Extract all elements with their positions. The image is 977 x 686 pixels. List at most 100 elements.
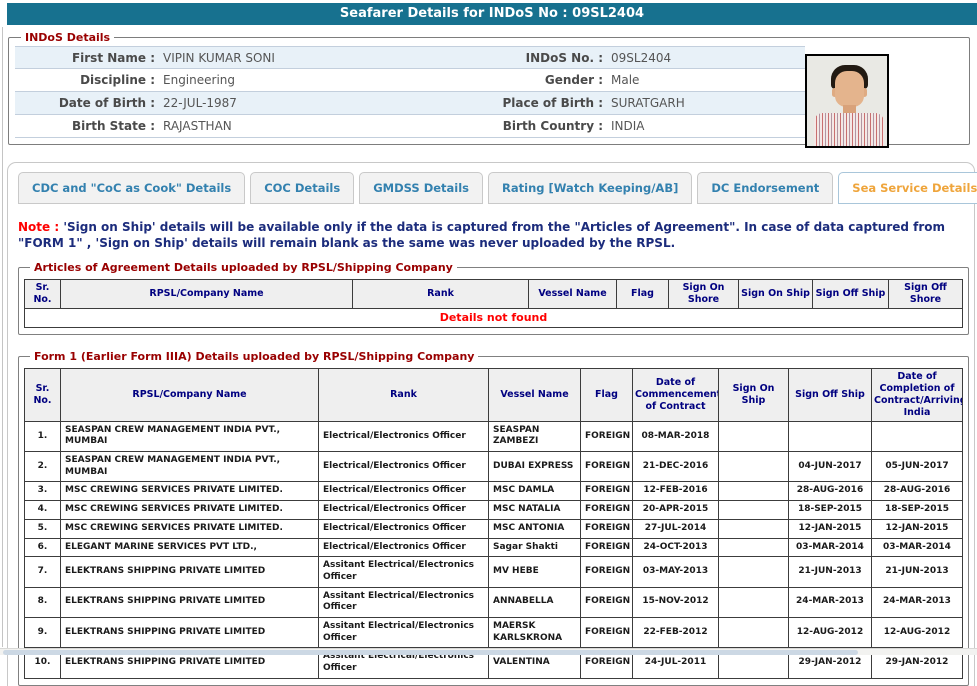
indos-details-legend: INDoS Details	[21, 31, 114, 44]
form1-fieldset: Form 1 (Earlier Form IIIA) Details uploa…	[18, 350, 969, 686]
vessel-cell: SEASPAN ZAMBEZI	[489, 421, 581, 451]
column-header: Sign On Ship	[719, 369, 789, 422]
sign-on-ship-cell	[719, 587, 789, 617]
commencement-date-cell: 15-NOV-2012	[633, 587, 719, 617]
tab-coc-details[interactable]: COC Details	[250, 172, 354, 204]
column-header: Sign Off Ship	[813, 280, 889, 309]
place-of-birth-value: SURATGARH	[603, 96, 805, 110]
sign-off-ship-cell: 24-MAR-2013	[789, 587, 872, 617]
form1-table: Sr. No.RPSL/Company NameRankVessel NameF…	[24, 368, 963, 679]
flag-cell: FOREIGN	[581, 538, 633, 557]
company-cell: ELEKTRANS SHIPPING PRIVATE LIMITED	[61, 557, 319, 587]
tab-content-panel: CDC and "CoC as Cook" DetailsCOC Details…	[7, 162, 975, 686]
commencement-date-cell: 21-DEC-2016	[633, 452, 719, 482]
date-of-birth-label: Date of Birth :	[15, 96, 155, 110]
tab-gmdss-details[interactable]: GMDSS Details	[359, 172, 483, 204]
column-header: Sign On Ship	[739, 280, 813, 309]
column-header: Sign On Shore	[669, 280, 739, 309]
sign-off-ship-cell: 03-MAR-2014	[789, 538, 872, 557]
commencement-date-cell: 27-JUL-2014	[633, 519, 719, 538]
sign-off-ship-cell: 21-JUN-2013	[789, 557, 872, 587]
birth-country-value: INDIA	[603, 119, 805, 133]
column-header: Rank	[353, 280, 529, 309]
flag-cell: FOREIGN	[581, 421, 633, 451]
commencement-date-cell: 08-MAR-2018	[633, 421, 719, 451]
rank-cell: Electrical/Electronics Officer	[319, 482, 489, 501]
first-name-label: First Name :	[15, 51, 155, 65]
sr-no-cell: 9.	[25, 617, 61, 647]
vessel-cell: MSC NATALIA	[489, 501, 581, 520]
indos-no-value: 09SL2404	[603, 51, 805, 65]
column-header: Flag	[617, 280, 669, 309]
indos-row: Birth State : RAJASTHAN Birth Country : …	[15, 115, 805, 138]
sign-off-ship-cell	[789, 421, 872, 451]
tab-sea-service-details[interactable]: Sea Service Details	[838, 172, 977, 204]
flag-cell: FOREIGN	[581, 452, 633, 482]
table-row: 3.MSC CREWING SERVICES PRIVATE LIMITED.E…	[25, 482, 963, 501]
discipline-label: Discipline :	[15, 73, 155, 87]
place-of-birth-label: Place of Birth :	[485, 96, 603, 110]
column-header: Date of Completion of Contract/Arriving …	[872, 369, 963, 422]
page-title: Seafarer Details for INDoS No : 09SL2404	[7, 3, 977, 25]
discipline-value: Engineering	[155, 73, 485, 87]
column-header: Rank	[319, 369, 489, 422]
birth-country-label: Birth Country :	[485, 119, 603, 133]
rank-cell: Assitant Electrical/Electronics Officer	[319, 587, 489, 617]
completion-date-cell: 18-SEP-2015	[872, 501, 963, 520]
company-cell: MSC CREWING SERVICES PRIVATE LIMITED.	[61, 501, 319, 520]
date-of-birth-value: 22-JUL-1987	[155, 96, 485, 110]
table-row: 2.SEASPAN CREW MANAGEMENT INDIA PVT., MU…	[25, 452, 963, 482]
note-prefix: Note :	[18, 220, 59, 234]
birth-state-value: RAJASTHAN	[155, 119, 485, 133]
table-row: 4.MSC CREWING SERVICES PRIVATE LIMITED.E…	[25, 501, 963, 520]
rank-cell: Electrical/Electronics Officer	[319, 538, 489, 557]
completion-date-cell: 28-AUG-2016	[872, 482, 963, 501]
flag-cell: FOREIGN	[581, 557, 633, 587]
sign-on-ship-note: Note : 'Sign on Ship' details will be av…	[18, 220, 964, 251]
column-header: Sr. No.	[25, 280, 61, 309]
sr-no-cell: 2.	[25, 452, 61, 482]
sign-on-ship-cell	[719, 501, 789, 520]
rank-cell: Electrical/Electronics Officer	[319, 421, 489, 451]
articles-of-agreement-fieldset: Articles of Agreement Details uploaded b…	[18, 261, 969, 335]
rank-cell: Electrical/Electronics Officer	[319, 519, 489, 538]
company-cell: ELEGANT MARINE SERVICES PVT LTD.,	[61, 538, 319, 557]
tab-rating-watch-keeping-ab[interactable]: Rating [Watch Keeping/AB]	[488, 172, 692, 204]
table-row: 8.ELEKTRANS SHIPPING PRIVATE LIMITEDAssi…	[25, 587, 963, 617]
sign-on-ship-cell	[719, 519, 789, 538]
column-header: Vessel Name	[529, 280, 617, 309]
flag-cell: FOREIGN	[581, 617, 633, 647]
scrollbar-thumb[interactable]	[3, 650, 858, 655]
company-cell: SEASPAN CREW MANAGEMENT INDIA PVT., MUMB…	[61, 421, 319, 451]
tab-cdc-and-coc-as-cook-details[interactable]: CDC and "CoC as Cook" Details	[18, 172, 245, 204]
gender-value: Male	[603, 73, 805, 87]
vessel-cell: MSC ANTONIA	[489, 519, 581, 538]
first-name-value: VIPIN KUMAR SONI	[155, 51, 485, 65]
commencement-date-cell: 12-FEB-2016	[633, 482, 719, 501]
vessel-cell: MAERSK KARLSKRONA	[489, 617, 581, 647]
completion-date-cell: 12-AUG-2012	[872, 617, 963, 647]
sign-off-ship-cell: 12-AUG-2012	[789, 617, 872, 647]
commencement-date-cell: 24-OCT-2013	[633, 538, 719, 557]
flag-cell: FOREIGN	[581, 587, 633, 617]
table-row: 7.ELEKTRANS SHIPPING PRIVATE LIMITEDAssi…	[25, 557, 963, 587]
vessel-cell: ANNABELLA	[489, 587, 581, 617]
sign-off-ship-cell: 04-JUN-2017	[789, 452, 872, 482]
tab-dc-endorsement[interactable]: DC Endorsement	[697, 172, 833, 204]
completion-date-cell: 12-JAN-2015	[872, 519, 963, 538]
indos-no-label: INDoS No. :	[485, 51, 603, 65]
sign-on-ship-cell	[719, 421, 789, 451]
rank-cell: Electrical/Electronics Officer	[319, 501, 489, 520]
table-row: 5.MSC CREWING SERVICES PRIVATE LIMITED.E…	[25, 519, 963, 538]
vessel-cell: DUBAI EXPRESS	[489, 452, 581, 482]
seafarer-photo	[805, 54, 889, 148]
sr-no-cell: 6.	[25, 538, 61, 557]
completion-date-cell: 24-MAR-2013	[872, 587, 963, 617]
sr-no-cell: 8.	[25, 587, 61, 617]
column-header: Vessel Name	[489, 369, 581, 422]
flag-cell: FOREIGN	[581, 519, 633, 538]
table-row: 1.SEASPAN CREW MANAGEMENT INDIA PVT., MU…	[25, 421, 963, 451]
column-header: Flag	[581, 369, 633, 422]
table-row: 9.ELEKTRANS SHIPPING PRIVATE LIMITEDAssi…	[25, 617, 963, 647]
column-header: Date of Commencement of Contract	[633, 369, 719, 422]
